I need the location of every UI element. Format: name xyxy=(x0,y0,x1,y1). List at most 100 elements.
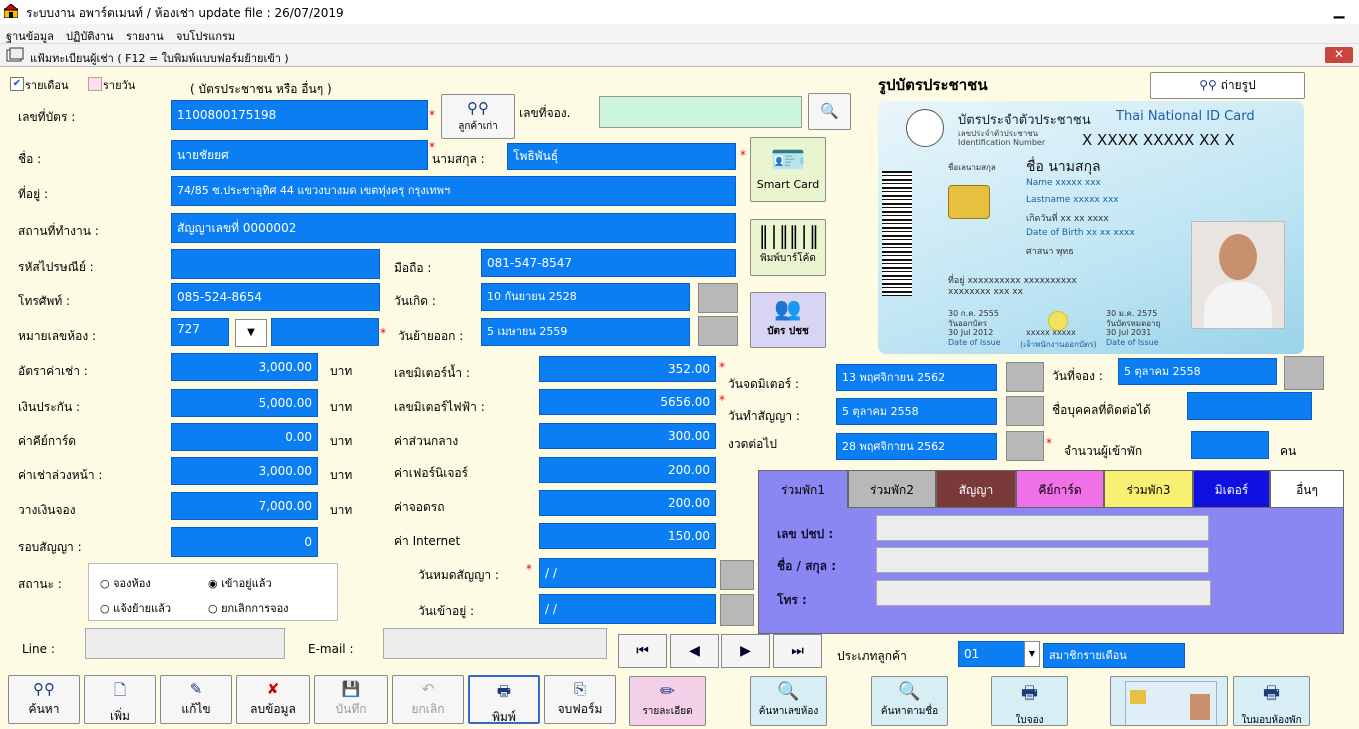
details-button[interactable]: ✏ รายละเอียด xyxy=(629,676,706,726)
customer-type-code-field[interactable]: 01 xyxy=(958,641,1026,667)
address-field[interactable]: 74/85 ซ.ประชาอุทิศ 44 แขวงบางมด เขตทุ่งค… xyxy=(171,176,736,206)
booking-slip-button[interactable]: 🖶 ใบจอง xyxy=(991,676,1068,726)
save-button[interactable]: 💾 บันทึก xyxy=(314,675,388,724)
room-dropdown-button[interactable]: ▼ xyxy=(235,319,267,347)
advance-field[interactable]: 3,000.00 xyxy=(171,457,318,485)
room-field[interactable]: 727 xyxy=(171,318,229,346)
surname-field[interactable]: โพธิพันธุ์ xyxy=(507,143,736,170)
next-record-button[interactable]: ▶ xyxy=(721,634,770,668)
cancel-button[interactable]: ↶ ยกเลิก xyxy=(392,675,464,724)
contract-end-label: วันหมดสัญญา : xyxy=(418,568,499,582)
booking-search-button[interactable]: 🔍 xyxy=(808,93,851,130)
id-card-button[interactable]: 👥 บัตร ปชช xyxy=(750,292,826,348)
id-card-scan-button[interactable] xyxy=(1110,676,1228,726)
tab-meter[interactable]: มิเตอร์ xyxy=(1193,470,1270,508)
add-button[interactable]: 🗋 เพิ่ม xyxy=(84,675,156,724)
person-unit: คน xyxy=(1280,444,1297,458)
contact-field[interactable] xyxy=(1187,392,1312,420)
rent-field[interactable]: 3,000.00 xyxy=(171,353,318,381)
cotenant-id-field[interactable] xyxy=(876,515,1209,541)
search-name-button[interactable]: 🔍 ค้นหาตามชื่อ xyxy=(871,676,948,726)
deposit-field[interactable]: 5,000.00 xyxy=(171,389,318,417)
contract-end-field[interactable]: / / xyxy=(539,558,716,588)
cotenant-name-field[interactable] xyxy=(876,547,1209,573)
move-in-field[interactable]: / / xyxy=(539,594,716,624)
menu-exit[interactable]: จบโปรแกรม xyxy=(176,27,235,45)
water-field[interactable]: 352.00 xyxy=(539,356,716,382)
furniture-field[interactable]: 200.00 xyxy=(539,457,716,483)
card-no-field[interactable]: 1100800175198 xyxy=(171,100,428,130)
phone-field[interactable]: 085-524-8654 xyxy=(171,283,380,311)
cotenant-phone-field[interactable] xyxy=(876,580,1211,606)
tab-other[interactable]: อื่นๆ xyxy=(1270,470,1344,508)
booking-money-field[interactable]: 7,000.00 xyxy=(171,492,318,520)
previous-record-button[interactable]: ◀ xyxy=(670,634,719,668)
contract-date-field[interactable]: 5 ตุลาคม 2558 xyxy=(836,398,997,425)
next-due-picker-button[interactable] xyxy=(1006,431,1044,461)
next-due-field[interactable]: 28 พฤศจิกายน 2562 xyxy=(836,433,997,460)
close-form-button[interactable]: ⎘ จบฟอร์ม xyxy=(544,675,616,724)
take-photo-button[interactable]: ⚲⚲ ถ่ายรูป xyxy=(1150,72,1305,99)
search-old-customer-button[interactable]: ⚲⚲ ลูกค้าเก่า xyxy=(441,94,515,139)
workplace-field[interactable]: สัญญาเลขที่ 0000002 xyxy=(171,213,736,243)
status-notified-out-radio[interactable]: ○ แจ้งย้ายแล้ว xyxy=(100,599,171,617)
tab-cotenant-2[interactable]: ร่วมพัก2 xyxy=(848,470,936,508)
booking-no-field[interactable] xyxy=(599,96,802,128)
search-button[interactable]: ⚲⚲ ค้นหา xyxy=(8,675,80,724)
common-fee-field[interactable]: 300.00 xyxy=(539,423,716,449)
first-name-field[interactable]: นายชัยยศ xyxy=(171,140,428,170)
room-extra-field[interactable] xyxy=(271,318,379,346)
move-out-picker-button[interactable] xyxy=(698,316,738,346)
move-out-field[interactable]: 5 เมษายน 2559 xyxy=(481,318,690,346)
postcode-field[interactable] xyxy=(171,249,380,279)
daily-checkbox[interactable] xyxy=(88,77,102,91)
menu-reports[interactable]: รายงาน xyxy=(126,27,164,45)
meter-date-field[interactable]: 13 พฤศจิกายน 2562 xyxy=(836,364,997,391)
contract-date-picker-button[interactable] xyxy=(1006,396,1044,426)
search-room-button[interactable]: 🔍 ค้นหาเลขห้อง xyxy=(750,676,827,726)
delete-button[interactable]: ✘ ลบข้อมูล xyxy=(236,675,310,724)
minimize-button[interactable]: ▁ xyxy=(1326,2,1352,22)
email-field[interactable] xyxy=(383,628,607,659)
status-moved-in-radio[interactable]: ◉ เข้าอยู่แล้ว xyxy=(208,574,272,592)
status-cancel-radio[interactable]: ○ ยกเลิกการจอง xyxy=(208,599,289,617)
parking-field[interactable]: 200.00 xyxy=(539,490,716,516)
birthday-field[interactable]: 10 กันยายน 2528 xyxy=(481,283,690,311)
mobile-field[interactable]: 081-547-8547 xyxy=(481,249,736,277)
tab-cotenant-1[interactable]: ร่วมพัก1 xyxy=(758,470,848,508)
print-button[interactable]: 🖶 พิมพ์ xyxy=(468,675,540,724)
keycard-field[interactable]: 0.00 xyxy=(171,423,318,451)
tab-contract[interactable]: สัญญา xyxy=(936,470,1016,508)
move-in-picker-button[interactable] xyxy=(720,594,754,626)
electric-field[interactable]: 5656.00 xyxy=(539,389,716,415)
contract-end-picker-button[interactable] xyxy=(720,560,754,590)
line-field[interactable] xyxy=(85,628,285,659)
first-record-button[interactable]: ⏮ xyxy=(618,634,667,668)
smart-card-button[interactable]: 🪪 Smart Card xyxy=(750,137,826,202)
last-record-button[interactable]: ⏭ xyxy=(773,634,822,668)
tab-keycard[interactable]: คีย์การ์ด xyxy=(1016,470,1104,508)
internet-field[interactable]: 150.00 xyxy=(539,523,716,549)
customer-type-dropdown[interactable]: ▼ xyxy=(1024,641,1040,667)
print-barcode-button[interactable]: ║│║║│║ พิมพ์บาร์โค้ด xyxy=(750,219,826,276)
occupants-field[interactable] xyxy=(1191,431,1269,459)
status-booked-radio[interactable]: ○ จองห้อง xyxy=(100,574,151,592)
printer-icon: 🖶 xyxy=(496,682,512,700)
close-button[interactable]: ✕ xyxy=(1325,47,1353,63)
surname-label: นามสกุล : xyxy=(432,152,485,166)
round-field[interactable]: 0 xyxy=(171,527,318,557)
room-handover-button[interactable]: 🖶 ใบมอบห้องพัก xyxy=(1233,676,1310,726)
baht-unit: บาท xyxy=(330,434,353,448)
save-icon: 💾 xyxy=(341,680,361,698)
edit-button[interactable]: ✎ แก้ไข xyxy=(160,675,232,724)
menu-operations[interactable]: ปฏิบัติงาน xyxy=(66,27,114,45)
birthday-picker-button[interactable] xyxy=(698,283,738,313)
booking-no-label: เลขที่จอง. xyxy=(519,106,571,120)
monthly-checkbox[interactable]: ✔ xyxy=(10,77,24,91)
meter-date-picker-button[interactable] xyxy=(1006,362,1044,392)
menu-database[interactable]: ฐานข้อมูล xyxy=(6,27,54,45)
tab-cotenant-3[interactable]: ร่วมพัก3 xyxy=(1104,470,1193,508)
booking-date-field[interactable]: 5 ตุลาคม 2558 xyxy=(1118,358,1277,385)
electric-label: เลขมิเตอร์ไฟฟ้า : xyxy=(394,400,485,414)
booking-date-picker-button[interactable] xyxy=(1284,356,1324,390)
